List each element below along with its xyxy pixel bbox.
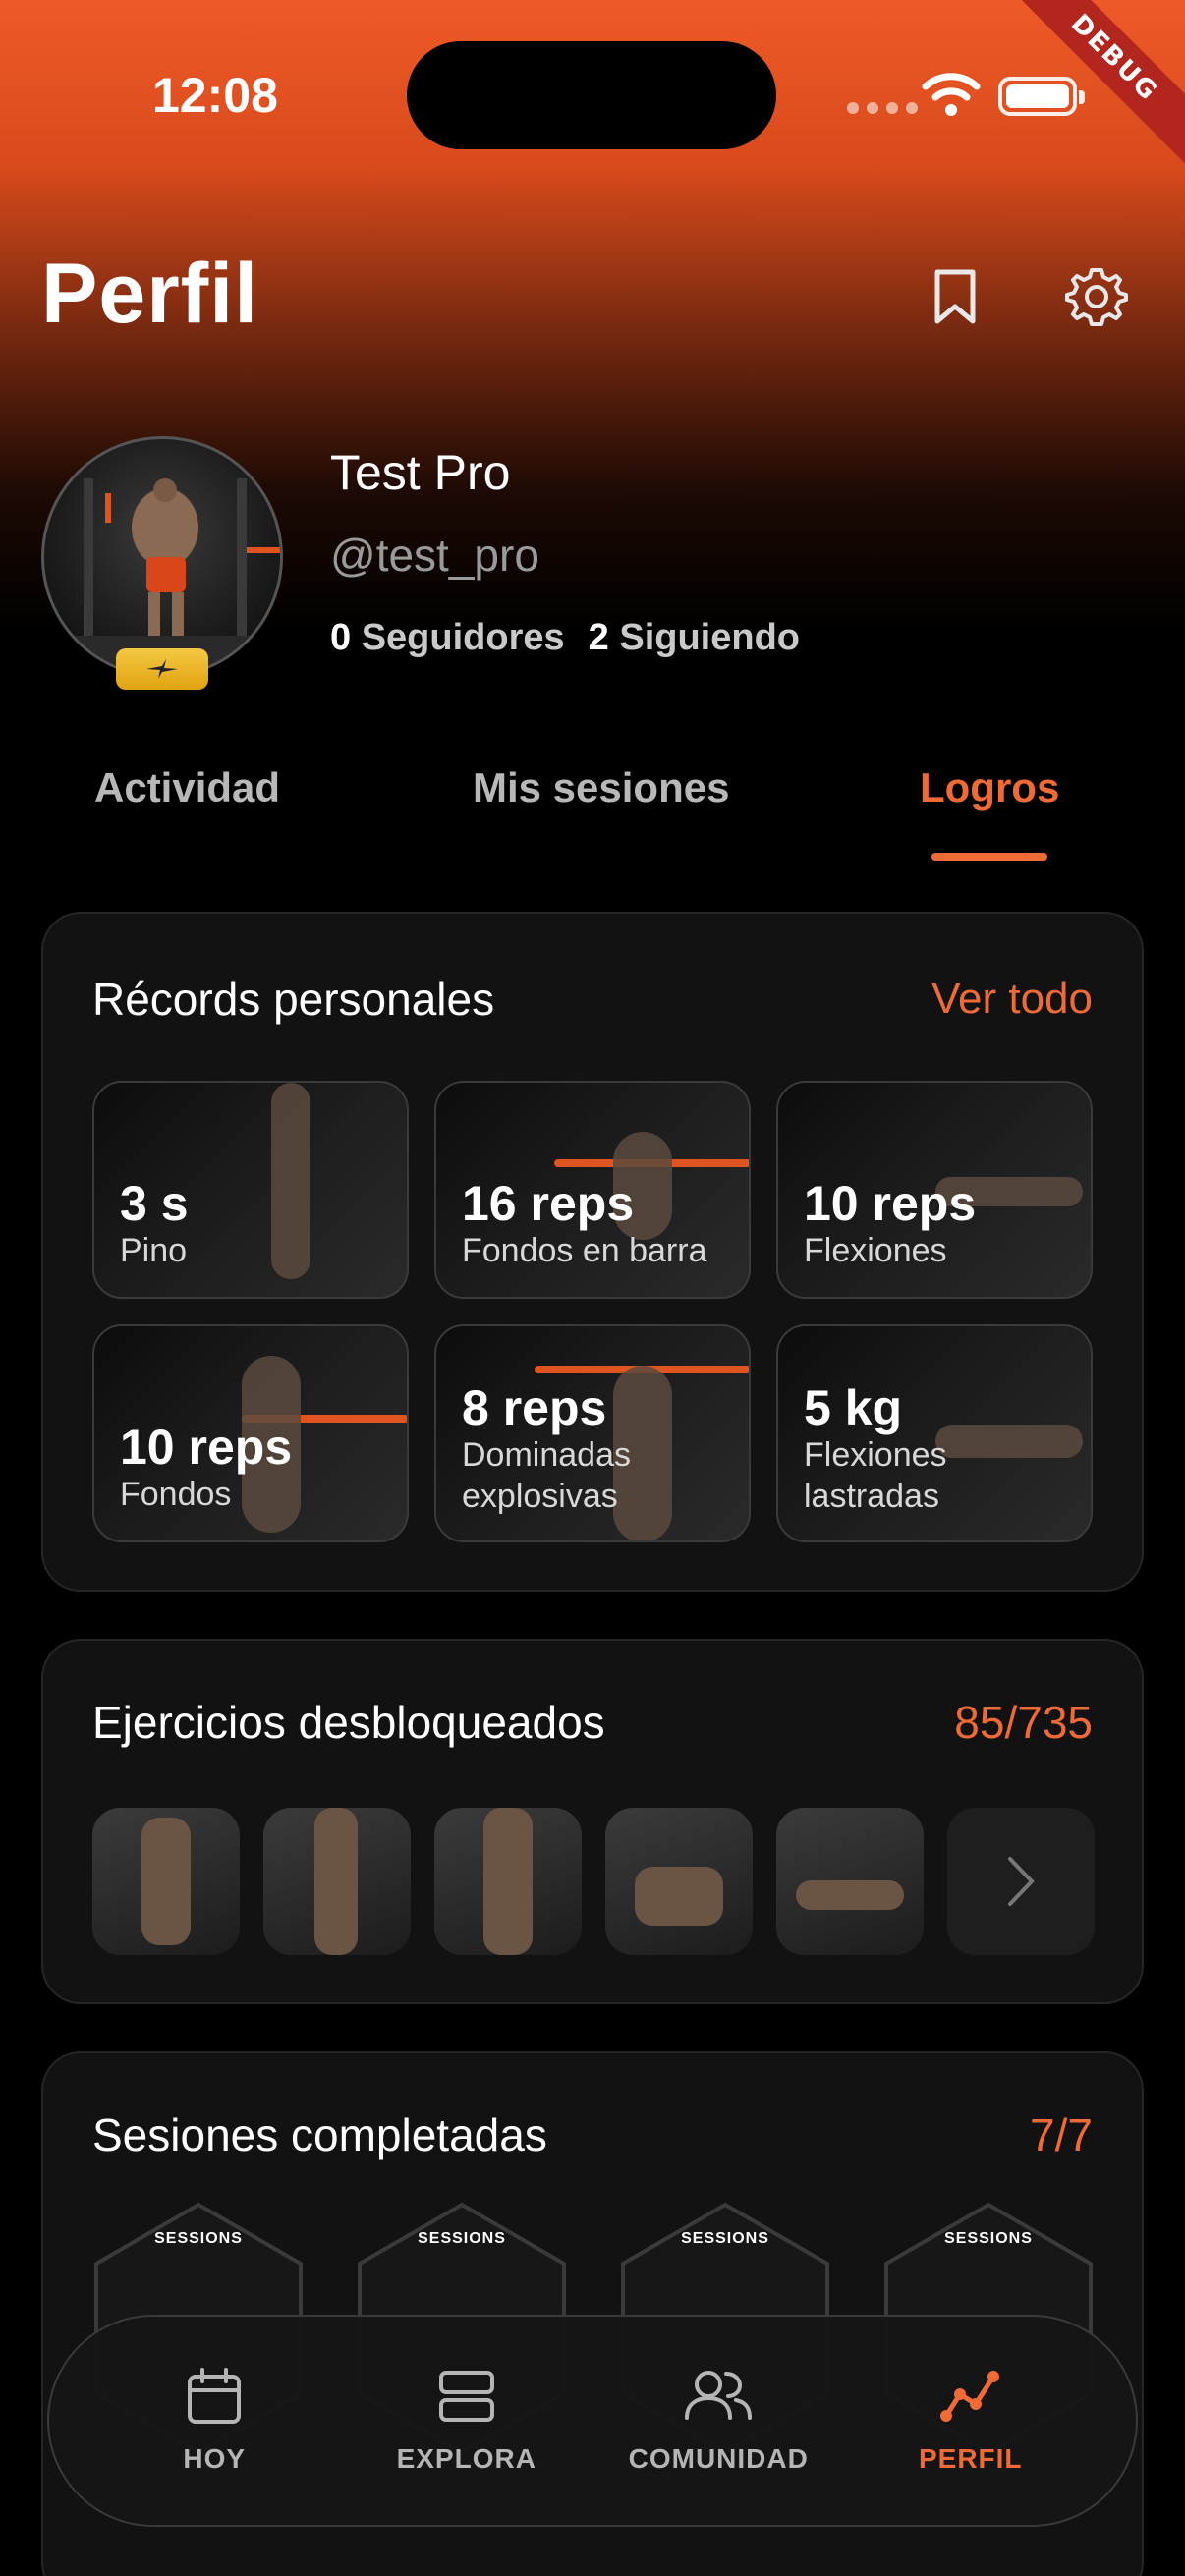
tab-logros[interactable]: Logros — [920, 764, 1059, 812]
records-title: Récords personales — [92, 974, 495, 1025]
record-value: 16 reps — [462, 1176, 635, 1231]
see-all-link[interactable]: Ver todo — [931, 975, 1093, 1024]
exercise-thumbnail[interactable] — [434, 1808, 582, 1955]
tab-indicator — [931, 853, 1047, 861]
exercises-card: Ejercicios desbloqueados 85/735 — [41, 1639, 1144, 2004]
nav-label: COMUNIDAD — [628, 2443, 809, 2474]
sessions-count: 7/7 — [1030, 2109, 1093, 2160]
bookmark-icon — [934, 269, 976, 324]
page-title: Perfil — [41, 247, 259, 341]
record-tile[interactable]: 16 reps Fondos en barra — [434, 1081, 751, 1299]
followers-count: 0 — [330, 617, 352, 658]
tab-actividad[interactable]: Actividad — [94, 764, 280, 812]
gear-icon — [1065, 268, 1128, 326]
followers-label: Seguidores — [361, 617, 565, 658]
record-value: 10 reps — [120, 1420, 293, 1475]
record-value: 5 kg — [804, 1380, 903, 1435]
wifi-icon — [922, 73, 981, 116]
more-exercises-button[interactable] — [947, 1808, 1095, 1955]
profile-name: Test Pro — [330, 445, 511, 500]
record-label: Pino — [120, 1232, 188, 1269]
exercise-thumbnail[interactable] — [776, 1808, 924, 1955]
exercise-thumbnail[interactable] — [263, 1808, 411, 1955]
exercises-title: Ejercicios desbloqueados — [92, 1697, 605, 1748]
profile-handle: @test_pro — [330, 530, 539, 581]
following-stat[interactable]: 2 Siguiendo — [589, 617, 800, 659]
battery-icon — [998, 77, 1085, 116]
chart-icon — [939, 2371, 999, 2422]
nav-label: EXPLORA — [396, 2443, 536, 2474]
avatar[interactable] — [41, 436, 283, 678]
session-badge-label: SESSIONS — [944, 2230, 1033, 2247]
record-tile[interactable]: 3 s Pino — [92, 1081, 409, 1299]
record-label: Flexiones lastradas — [804, 1436, 947, 1515]
chevron-right-icon — [1008, 1857, 1035, 1906]
settings-button[interactable] — [1057, 257, 1136, 336]
records-card: Récords personales Ver todo 3 s Pino 16 … — [41, 912, 1144, 1592]
record-tile[interactable]: 10 reps Flexiones — [776, 1081, 1093, 1299]
nav-hoy[interactable]: HOY — [106, 2367, 322, 2475]
record-value: 10 reps — [804, 1176, 977, 1231]
dynamic-island — [407, 41, 776, 149]
nav-explora[interactable]: EXPLORA — [359, 2367, 575, 2475]
exercises-count: 85/735 — [954, 1697, 1093, 1748]
nav-comunidad[interactable]: COMUNIDAD — [610, 2367, 826, 2475]
record-tile[interactable]: 5 kg Flexiones lastradas — [776, 1324, 1093, 1542]
session-badge-label: SESSIONS — [681, 2230, 769, 2247]
nav-perfil[interactable]: PERFIL — [863, 2367, 1079, 2475]
nav-label: HOY — [183, 2443, 247, 2474]
record-tile[interactable]: 10 reps Fondos — [92, 1324, 409, 1542]
exercise-thumbnail[interactable] — [92, 1808, 240, 1955]
following-count: 2 — [588, 617, 609, 658]
following-label: Siguiendo — [619, 617, 801, 658]
stack-icon — [438, 2371, 494, 2422]
session-badge-label: SESSIONS — [418, 2230, 506, 2247]
record-label: Fondos — [120, 1476, 232, 1513]
record-label: Fondos en barra — [462, 1232, 707, 1269]
bolt-icon — [146, 659, 178, 679]
signal-icon — [847, 102, 918, 114]
exercise-thumbnail[interactable] — [605, 1808, 753, 1955]
tab-mis-sesiones[interactable]: Mis sesiones — [473, 764, 729, 812]
avatar-image — [44, 478, 280, 675]
sessions-title: Sesiones completadas — [92, 2109, 547, 2160]
nav-label: PERFIL — [918, 2443, 1023, 2474]
status-time: 12:08 — [152, 68, 278, 123]
record-label: Flexiones — [804, 1232, 947, 1269]
followers-stat[interactable]: 0 Seguidores — [330, 617, 565, 659]
bookmark-button[interactable] — [916, 257, 994, 336]
bottom-nav: HOY EXPLORA COMUNIDAD PERFIL — [47, 2315, 1138, 2527]
people-icon — [685, 2371, 753, 2420]
record-value: 8 reps — [462, 1380, 607, 1435]
calendar-icon — [188, 2368, 242, 2424]
record-tile[interactable]: 8 reps Dominadas explosivas — [434, 1324, 751, 1542]
session-badge-label: SESSIONS — [154, 2230, 243, 2247]
record-label: Dominadas explosivas — [462, 1436, 631, 1515]
pro-badge — [116, 648, 208, 690]
record-value: 3 s — [120, 1176, 189, 1231]
